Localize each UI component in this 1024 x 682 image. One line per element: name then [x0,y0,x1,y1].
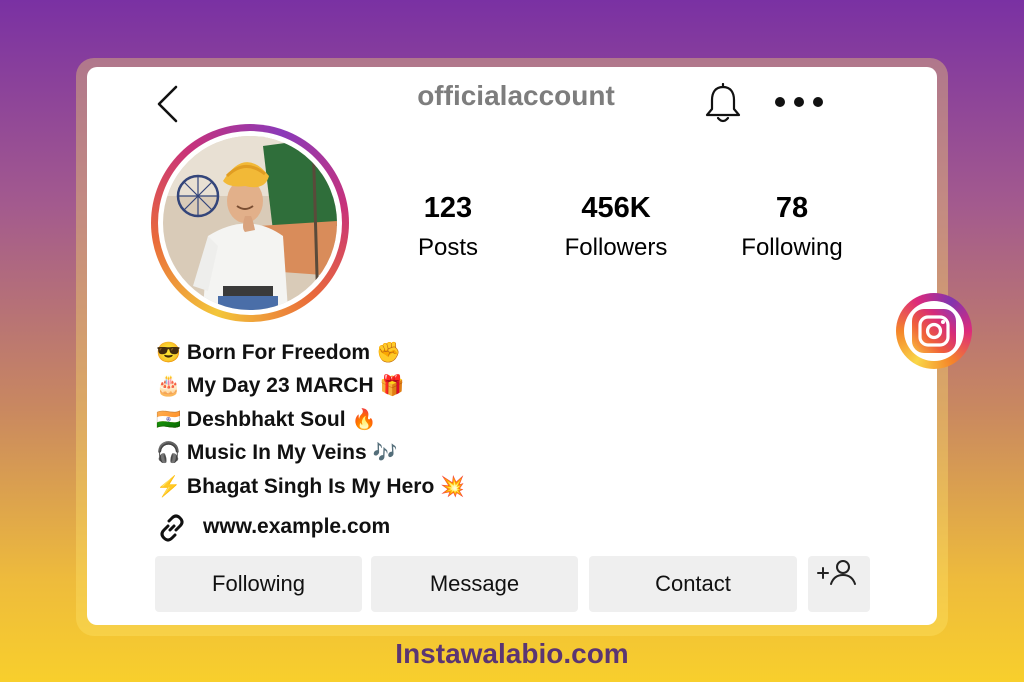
link-icon[interactable] [156,512,188,544]
emoji-before: 🎂 [156,375,181,398]
background: officialaccount 123 Posts 456K Followers… [0,0,1024,682]
back-icon[interactable] [154,84,182,124]
followers-count: 456K [581,192,651,224]
following-count: 78 [775,192,809,224]
avatar[interactable] [163,136,337,310]
bio-line: 🎧 Music In My Veins 🎶 [156,437,465,471]
emoji-after: 🔥 [351,408,377,431]
bio: 😎 Born For Freedom ✊ 🎂 My Day 23 MARCH 🎁… [156,336,465,504]
bio-line: 🎂 My Day 23 MARCH 🎁 [156,370,465,404]
stat-followers[interactable]: 456K Followers [536,188,696,268]
emoji-before: 😎 [156,341,181,364]
message-button[interactable]: Message [371,556,578,612]
emoji-after: 💥 [440,475,466,498]
bell-icon[interactable] [703,83,743,125]
instagram-icon [912,309,956,353]
emoji-after: 🎁 [379,375,405,398]
watermark: Instawalabio.com [395,638,629,669]
bio-text: Deshbhakt Soul [186,407,346,431]
bio-line: 🇮🇳 Deshbhakt Soul 🔥 [156,403,465,437]
emoji-after: ✊ [376,341,401,364]
emoji-before: ⚡ [156,475,181,498]
instagram-logo-badge [896,293,972,369]
profile-link[interactable]: www.example.com [203,515,390,539]
followers-label: Followers [564,234,668,261]
add-user-button[interactable] [808,556,870,612]
following-label: Following [741,234,843,261]
bio-text: Music In My Veins [186,441,367,465]
stat-following[interactable]: 78 Following [712,188,872,268]
bio-line: 😎 Born For Freedom ✊ [156,336,465,370]
bio-text: Bhagat Singh Is My Hero [186,474,435,498]
posts-label: Posts [417,234,479,261]
emoji-before: 🇮🇳 [156,408,181,431]
stat-posts[interactable]: 123 Posts [368,188,528,268]
emoji-after: 🎶 [372,442,398,465]
posts-count: 123 [423,192,473,224]
username-title: officialaccount [417,80,615,111]
emoji-before: 🎧 [156,442,181,465]
bio-line: ⚡ Bhagat Singh Is My Hero 💥 [156,470,465,504]
bio-text: My Day 23 MARCH [186,374,374,398]
following-button[interactable]: Following [155,556,362,612]
more-icon[interactable] [772,94,826,110]
contact-button[interactable]: Contact [589,556,797,612]
bio-text: Born For Freedom [186,340,371,364]
add-user-icon [817,560,856,585]
